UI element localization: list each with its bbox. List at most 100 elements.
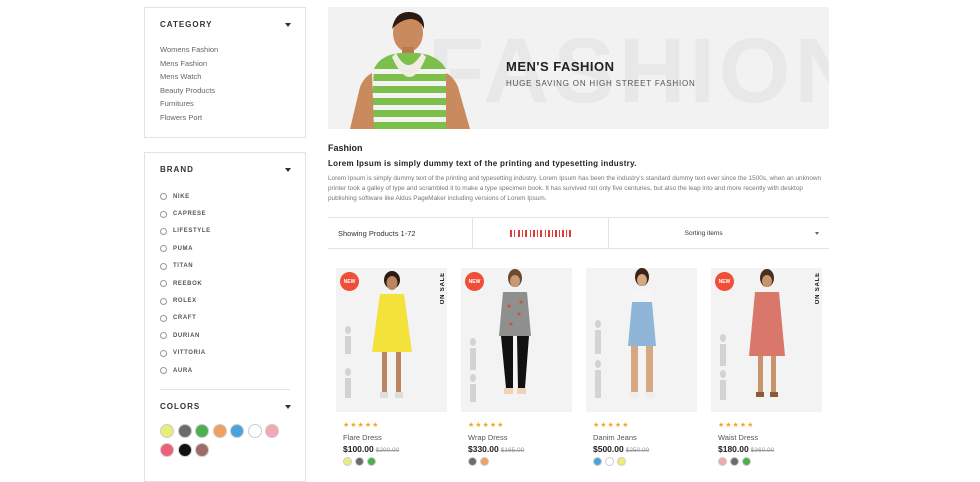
product-color-dot[interactable] bbox=[718, 457, 727, 466]
brand-label: TITAN bbox=[173, 263, 194, 270]
product-color-dot[interactable] bbox=[593, 457, 602, 466]
brand-option[interactable]: VITTORIA bbox=[160, 345, 291, 362]
color-swatch[interactable] bbox=[195, 424, 209, 439]
category-item-mens-watch[interactable]: Mens Watch bbox=[160, 70, 291, 84]
product-image[interactable] bbox=[586, 268, 697, 412]
caret-down-icon[interactable] bbox=[285, 167, 291, 172]
old-price: $200.00 bbox=[375, 447, 400, 454]
product-image[interactable]: NEW bbox=[461, 268, 572, 412]
product-card[interactable]: NEW ON SALE ★★★★★ Waist Dress $180.00 $36… bbox=[711, 268, 822, 466]
brand-option[interactable]: LIFESTYLE bbox=[160, 223, 291, 240]
caret-down-icon[interactable] bbox=[285, 22, 291, 27]
color-swatch[interactable] bbox=[177, 424, 192, 439]
colors-header[interactable]: COLORS bbox=[160, 402, 291, 411]
caret-down-icon[interactable] bbox=[285, 404, 291, 409]
category-item-beauty-products[interactable]: Beauty Products bbox=[160, 84, 291, 98]
brand-option[interactable]: ROLEX bbox=[160, 292, 291, 309]
radio-icon[interactable] bbox=[160, 314, 167, 322]
product-card[interactable]: ★★★★★ Danim Jeans $500.00 $250.00 bbox=[586, 268, 697, 466]
sort-dropdown[interactable]: Sorting items bbox=[607, 218, 829, 248]
on-sale-label: ON SALE bbox=[440, 272, 446, 305]
banner-background-word: FASHION bbox=[428, 20, 829, 122]
color-swatch[interactable] bbox=[177, 443, 192, 458]
color-swatch[interactable] bbox=[265, 424, 279, 439]
brand-option[interactable]: NIKE bbox=[160, 188, 291, 205]
section-title: Fashion bbox=[328, 143, 363, 153]
brand-option[interactable]: PUMA bbox=[160, 240, 291, 257]
showing-products-text: Showing Products 1-72 bbox=[338, 228, 416, 238]
radio-icon[interactable] bbox=[160, 349, 167, 357]
product-color-dot[interactable] bbox=[367, 457, 376, 466]
color-swatch[interactable] bbox=[212, 424, 227, 439]
new-badge: NEW bbox=[340, 272, 359, 291]
radio-icon[interactable] bbox=[160, 227, 167, 235]
new-badge: NEW bbox=[465, 272, 484, 291]
color-swatch[interactable] bbox=[160, 424, 174, 439]
product-card[interactable]: NEW ON SALE ★★★★★ Flare Dress $100.00 $20… bbox=[336, 268, 447, 466]
page-link[interactable] bbox=[529, 229, 542, 237]
category-item-womens-fashion[interactable]: Womens Fashion bbox=[160, 43, 291, 57]
radio-icon[interactable] bbox=[160, 210, 167, 218]
radio-icon[interactable] bbox=[160, 245, 167, 253]
brand-option[interactable]: CAPRESE bbox=[160, 205, 291, 222]
colors-title: COLORS bbox=[160, 402, 201, 412]
brand-header[interactable]: BRAND bbox=[160, 165, 291, 174]
brand-option[interactable]: DURIAN bbox=[160, 327, 291, 344]
product-image[interactable]: NEW ON SALE bbox=[711, 268, 822, 412]
pagination bbox=[472, 218, 607, 248]
category-item-flowers-port[interactable]: Flowers Port bbox=[160, 111, 291, 125]
product-color-dot[interactable] bbox=[730, 457, 739, 466]
product-name[interactable]: Wrap Dress bbox=[461, 433, 572, 442]
on-sale-label: ON SALE bbox=[815, 272, 821, 305]
product-color-dot[interactable] bbox=[468, 457, 477, 466]
product-color-dot[interactable] bbox=[343, 457, 352, 466]
color-swatch[interactable] bbox=[195, 443, 209, 458]
brand-option[interactable]: TITAN bbox=[160, 258, 291, 275]
brand-option[interactable]: AURA bbox=[160, 362, 291, 379]
brand-label: DURIAN bbox=[173, 332, 200, 339]
brand-option[interactable]: CRAFT bbox=[160, 310, 291, 327]
product-color-dot[interactable] bbox=[480, 457, 489, 466]
page-link[interactable] bbox=[544, 229, 571, 237]
rating-stars: ★★★★★ bbox=[593, 422, 630, 429]
banner-title: MEN'S FASHION bbox=[506, 59, 615, 74]
section-description: Lorem Ipsum is simply dummy text of the … bbox=[328, 175, 822, 202]
section-lead: Lorem Ipsum is simply dummy text of the … bbox=[328, 159, 637, 168]
page-link[interactable] bbox=[518, 229, 527, 237]
radio-icon[interactable] bbox=[160, 280, 167, 288]
hero-banner[interactable]: FASHION MEN'S FASHION HUGE SAVING ON HIG… bbox=[328, 7, 829, 129]
category-item-mens-fashion[interactable]: Mens Fashion bbox=[160, 57, 291, 71]
product-name[interactable]: Flare Dress bbox=[336, 433, 447, 442]
product-name[interactable]: Waist Dress bbox=[711, 433, 822, 442]
current-price: $180.00 bbox=[718, 444, 749, 454]
rating-stars: ★★★★★ bbox=[468, 422, 505, 429]
banner-subtitle: HUGE SAVING ON HIGH STREET FASHION bbox=[506, 79, 696, 88]
color-swatch[interactable] bbox=[247, 424, 262, 439]
color-swatch[interactable] bbox=[230, 424, 244, 439]
page-link[interactable] bbox=[510, 229, 516, 237]
radio-icon[interactable] bbox=[160, 193, 167, 201]
product-color-dot[interactable] bbox=[617, 457, 626, 466]
product-image[interactable]: NEW ON SALE bbox=[336, 268, 447, 412]
category-header[interactable]: CATEGORY bbox=[160, 20, 291, 29]
radio-icon[interactable] bbox=[160, 367, 167, 375]
category-item-furnitures[interactable]: Furnitures bbox=[160, 97, 291, 111]
product-color-dot[interactable] bbox=[605, 457, 614, 466]
brand-option[interactable]: REEBOK bbox=[160, 275, 291, 292]
brand-panel: BRAND NIKE CAPRESE LIFESTYLE PUMA TITAN … bbox=[144, 152, 306, 482]
brand-label: VITTORIA bbox=[173, 350, 206, 357]
brand-label: CAPRESE bbox=[173, 211, 207, 218]
product-name[interactable]: Danim Jeans bbox=[586, 433, 697, 442]
product-card[interactable]: NEW ★★★★★ Wrap Dress $330.00 $165.00 bbox=[461, 268, 572, 466]
product-color-dot[interactable] bbox=[742, 457, 751, 466]
color-swatch[interactable] bbox=[160, 443, 174, 458]
category-panel: CATEGORY Womens Fashion Mens Fashion Men… bbox=[144, 7, 306, 138]
radio-icon[interactable] bbox=[160, 262, 167, 270]
brand-label: NIKE bbox=[173, 193, 190, 200]
radio-icon[interactable] bbox=[160, 332, 167, 340]
product-color-dot[interactable] bbox=[355, 457, 364, 466]
brand-label: LIFESTYLE bbox=[173, 228, 211, 235]
radio-icon[interactable] bbox=[160, 297, 167, 305]
brand-label: AURA bbox=[173, 367, 193, 374]
sort-label: Sorting items bbox=[684, 229, 723, 237]
